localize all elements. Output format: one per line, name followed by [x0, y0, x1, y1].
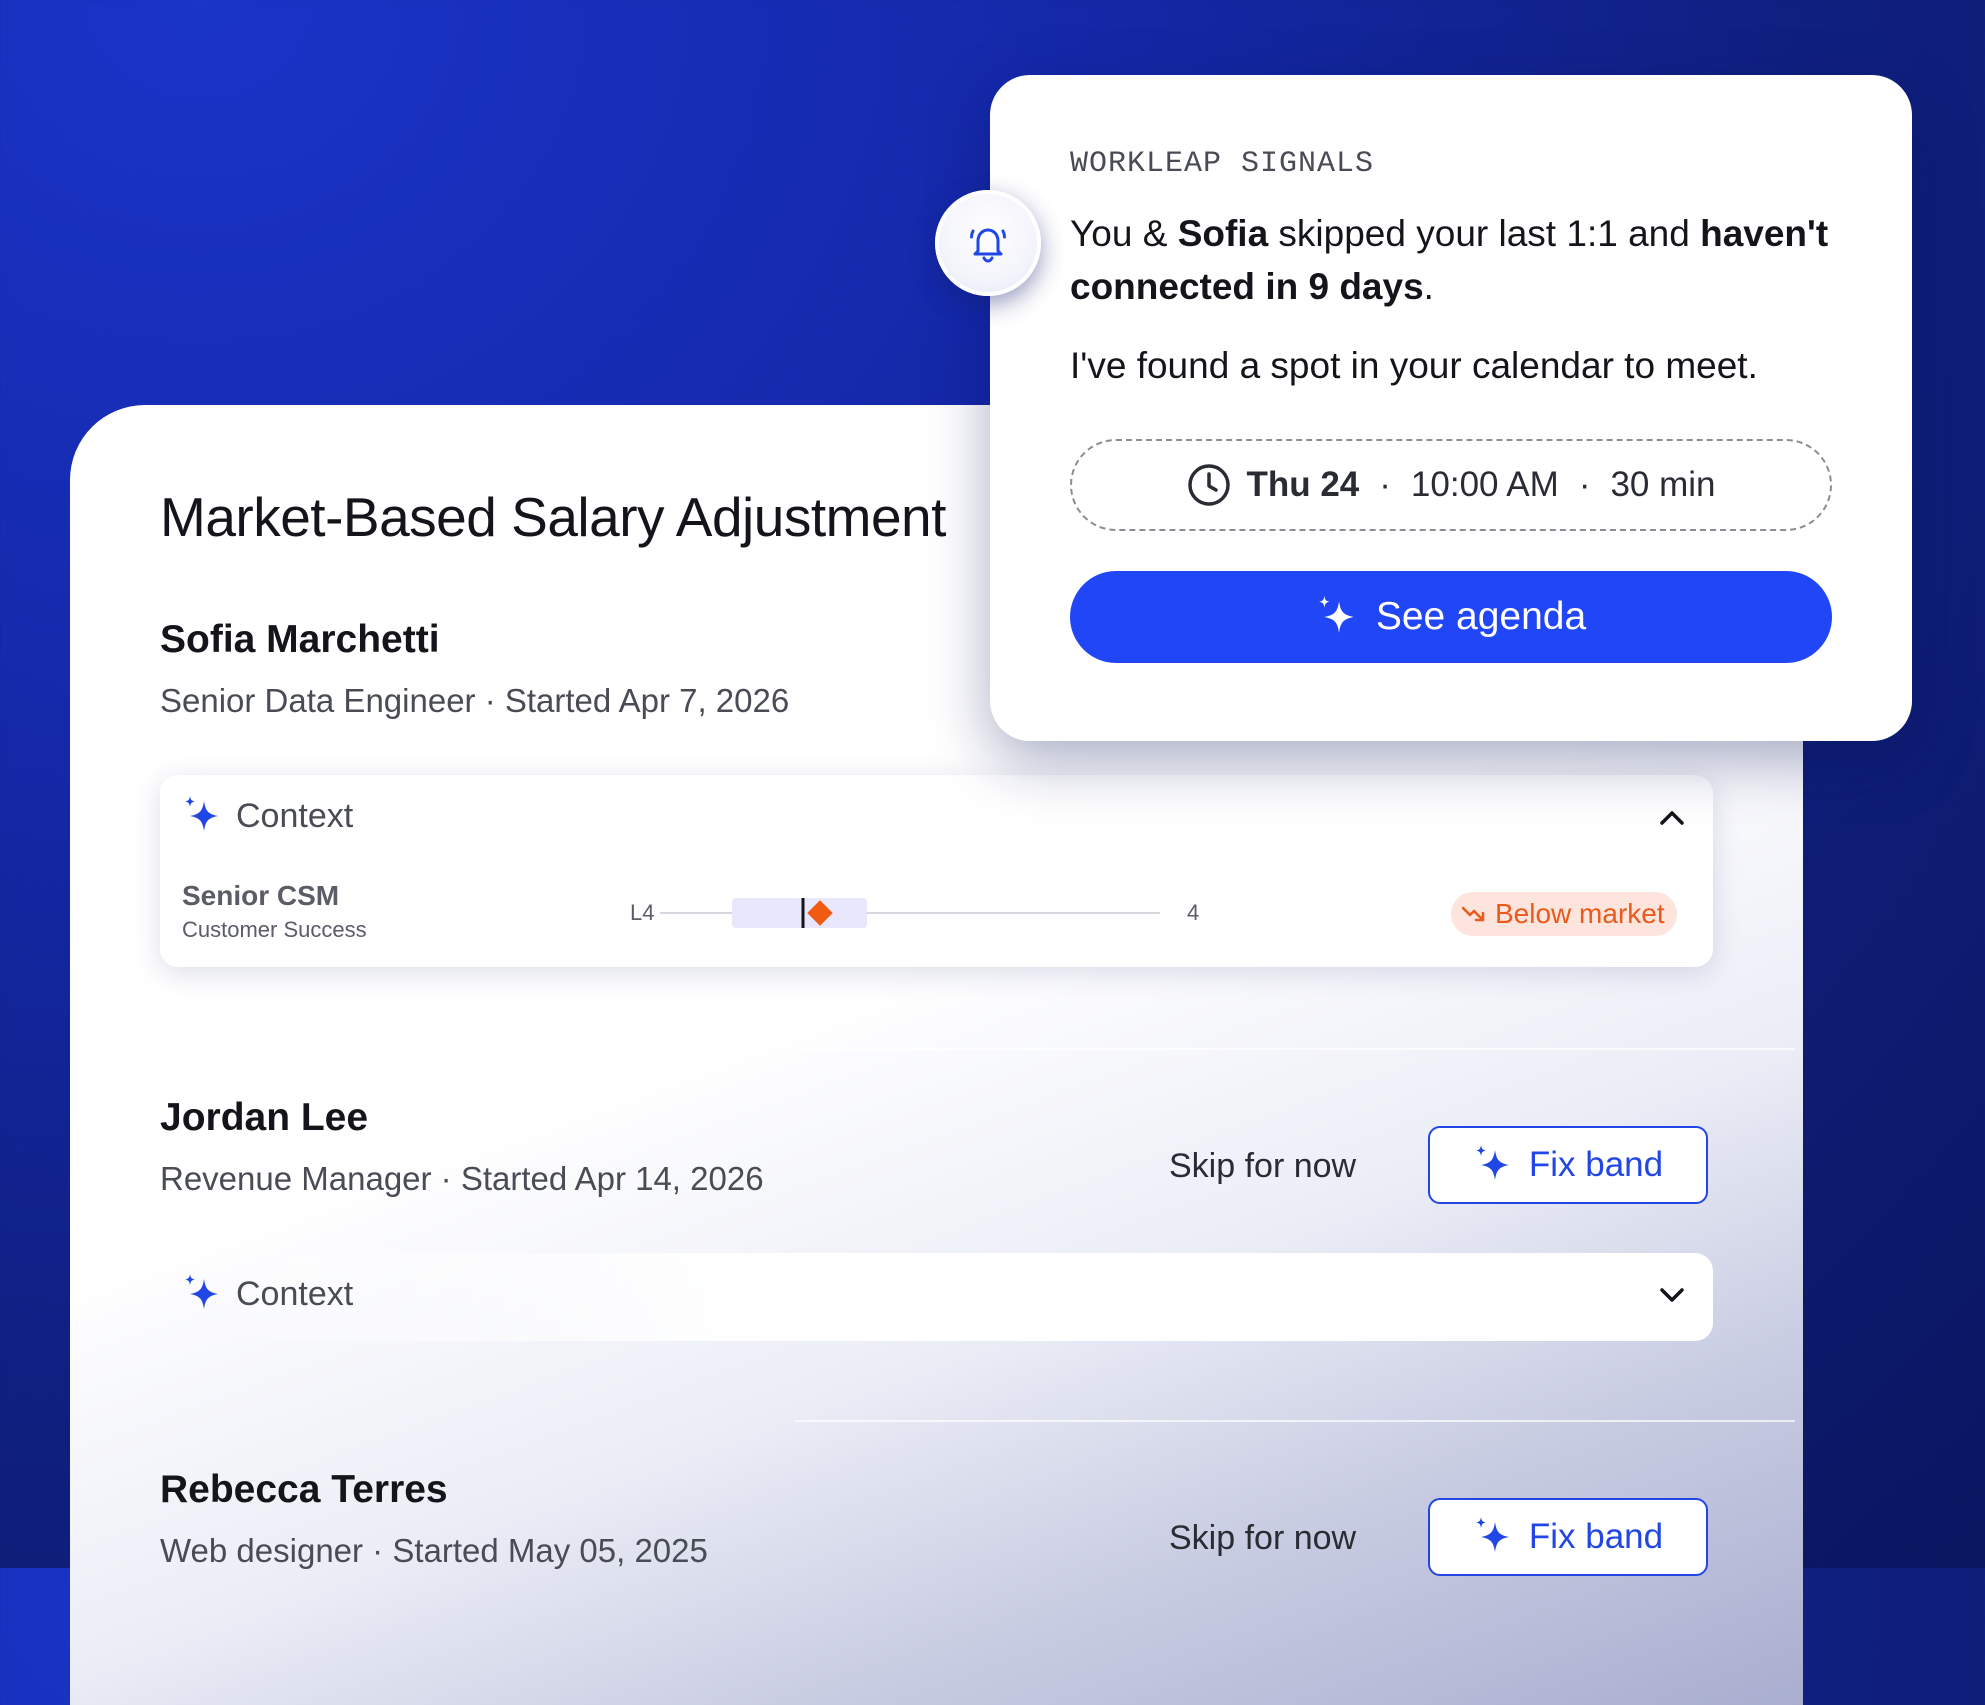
- employee-name: Sofia Marchetti: [160, 618, 440, 661]
- slot-duration: 30 min: [1610, 465, 1716, 504]
- divider: [795, 1420, 1795, 1422]
- band-low-label: L4: [630, 900, 655, 925]
- fix-band-label: Fix band: [1528, 1145, 1664, 1184]
- sparkle-icon: [1318, 596, 1354, 633]
- context-toggle[interactable]: Context: [182, 795, 353, 837]
- context-label: Context: [236, 796, 354, 835]
- msg-mid: skipped your last 1:1 and: [1268, 213, 1701, 254]
- chevron-down-icon[interactable]: [1657, 1283, 1687, 1307]
- bell-icon: [970, 228, 1006, 263]
- signal-message-secondary: I've found a spot in your calendar to me…: [1070, 345, 1758, 386]
- fix-band-button[interactable]: Fix band: [1428, 1126, 1708, 1204]
- context-toggle[interactable]: Context: [182, 1273, 353, 1315]
- sparkle-icon: [1475, 1517, 1509, 1552]
- skip-for-now-button[interactable]: Skip for now: [1169, 1519, 1356, 1558]
- role-department: Customer Success: [182, 917, 367, 942]
- slot-day: Thu 24: [1246, 465, 1360, 504]
- trend-down-icon: [1461, 906, 1485, 922]
- salary-band-chart: [660, 898, 1160, 928]
- notification-bell[interactable]: [935, 190, 1041, 296]
- clock-icon: [1188, 464, 1231, 506]
- employee-subtitle: Senior Data Engineer · Started Apr 7, 20…: [160, 682, 790, 719]
- msg-name: Sofia: [1177, 213, 1269, 254]
- slot-separator: ·: [1578, 465, 1591, 504]
- role-title: Senior CSM: [182, 880, 340, 911]
- chevron-up-icon[interactable]: [1657, 805, 1687, 829]
- fix-band-button[interactable]: Fix band: [1428, 1498, 1708, 1576]
- slot-time: 10:00 AM: [1410, 465, 1559, 504]
- slot-separator: ·: [1379, 465, 1391, 504]
- see-agenda-button[interactable]: See agenda: [1070, 571, 1832, 663]
- sparkle-icon: [185, 1274, 218, 1309]
- see-agenda-label: See agenda: [1375, 595, 1587, 638]
- sparkle-icon: [185, 796, 218, 831]
- band-high-label: 4: [1187, 900, 1200, 925]
- status-badge-label: Below market: [1495, 898, 1665, 929]
- employee-name: Jordan Lee: [160, 1096, 369, 1139]
- signals-popup: WORKLEAP SIGNALS You & Sofia skipped you…: [990, 75, 1912, 741]
- employee-subtitle: Web designer · Started May 05, 2025: [160, 1532, 708, 1569]
- signal-message: You & Sofia skipped your last 1:1 and ha…: [1070, 207, 1860, 313]
- context-card: Context Senior CSM Customer Success L4 4…: [160, 775, 1713, 967]
- employee-name: Rebecca Terres: [160, 1468, 448, 1511]
- employee-subtitle: Revenue Manager · Started Apr 14, 2026: [160, 1160, 764, 1197]
- status-badge: Below market: [1451, 892, 1677, 936]
- meeting-slot[interactable]: Thu 24 · 10:00 AM · 30 min: [1070, 439, 1832, 531]
- sparkle-icon: [1475, 1145, 1509, 1180]
- skip-for-now-button[interactable]: Skip for now: [1169, 1147, 1356, 1186]
- band-range: [732, 898, 867, 928]
- context-label: Context: [236, 1274, 354, 1313]
- context-card: Context: [160, 1253, 1713, 1341]
- msg-prefix: You &: [1070, 213, 1178, 254]
- popup-eyebrow: WORKLEAP SIGNALS: [1070, 147, 1375, 181]
- msg-end: .: [1423, 266, 1434, 307]
- fix-band-label: Fix band: [1528, 1517, 1664, 1556]
- divider: [795, 1048, 1795, 1050]
- page-title: Market-Based Salary Adjustment: [160, 486, 946, 548]
